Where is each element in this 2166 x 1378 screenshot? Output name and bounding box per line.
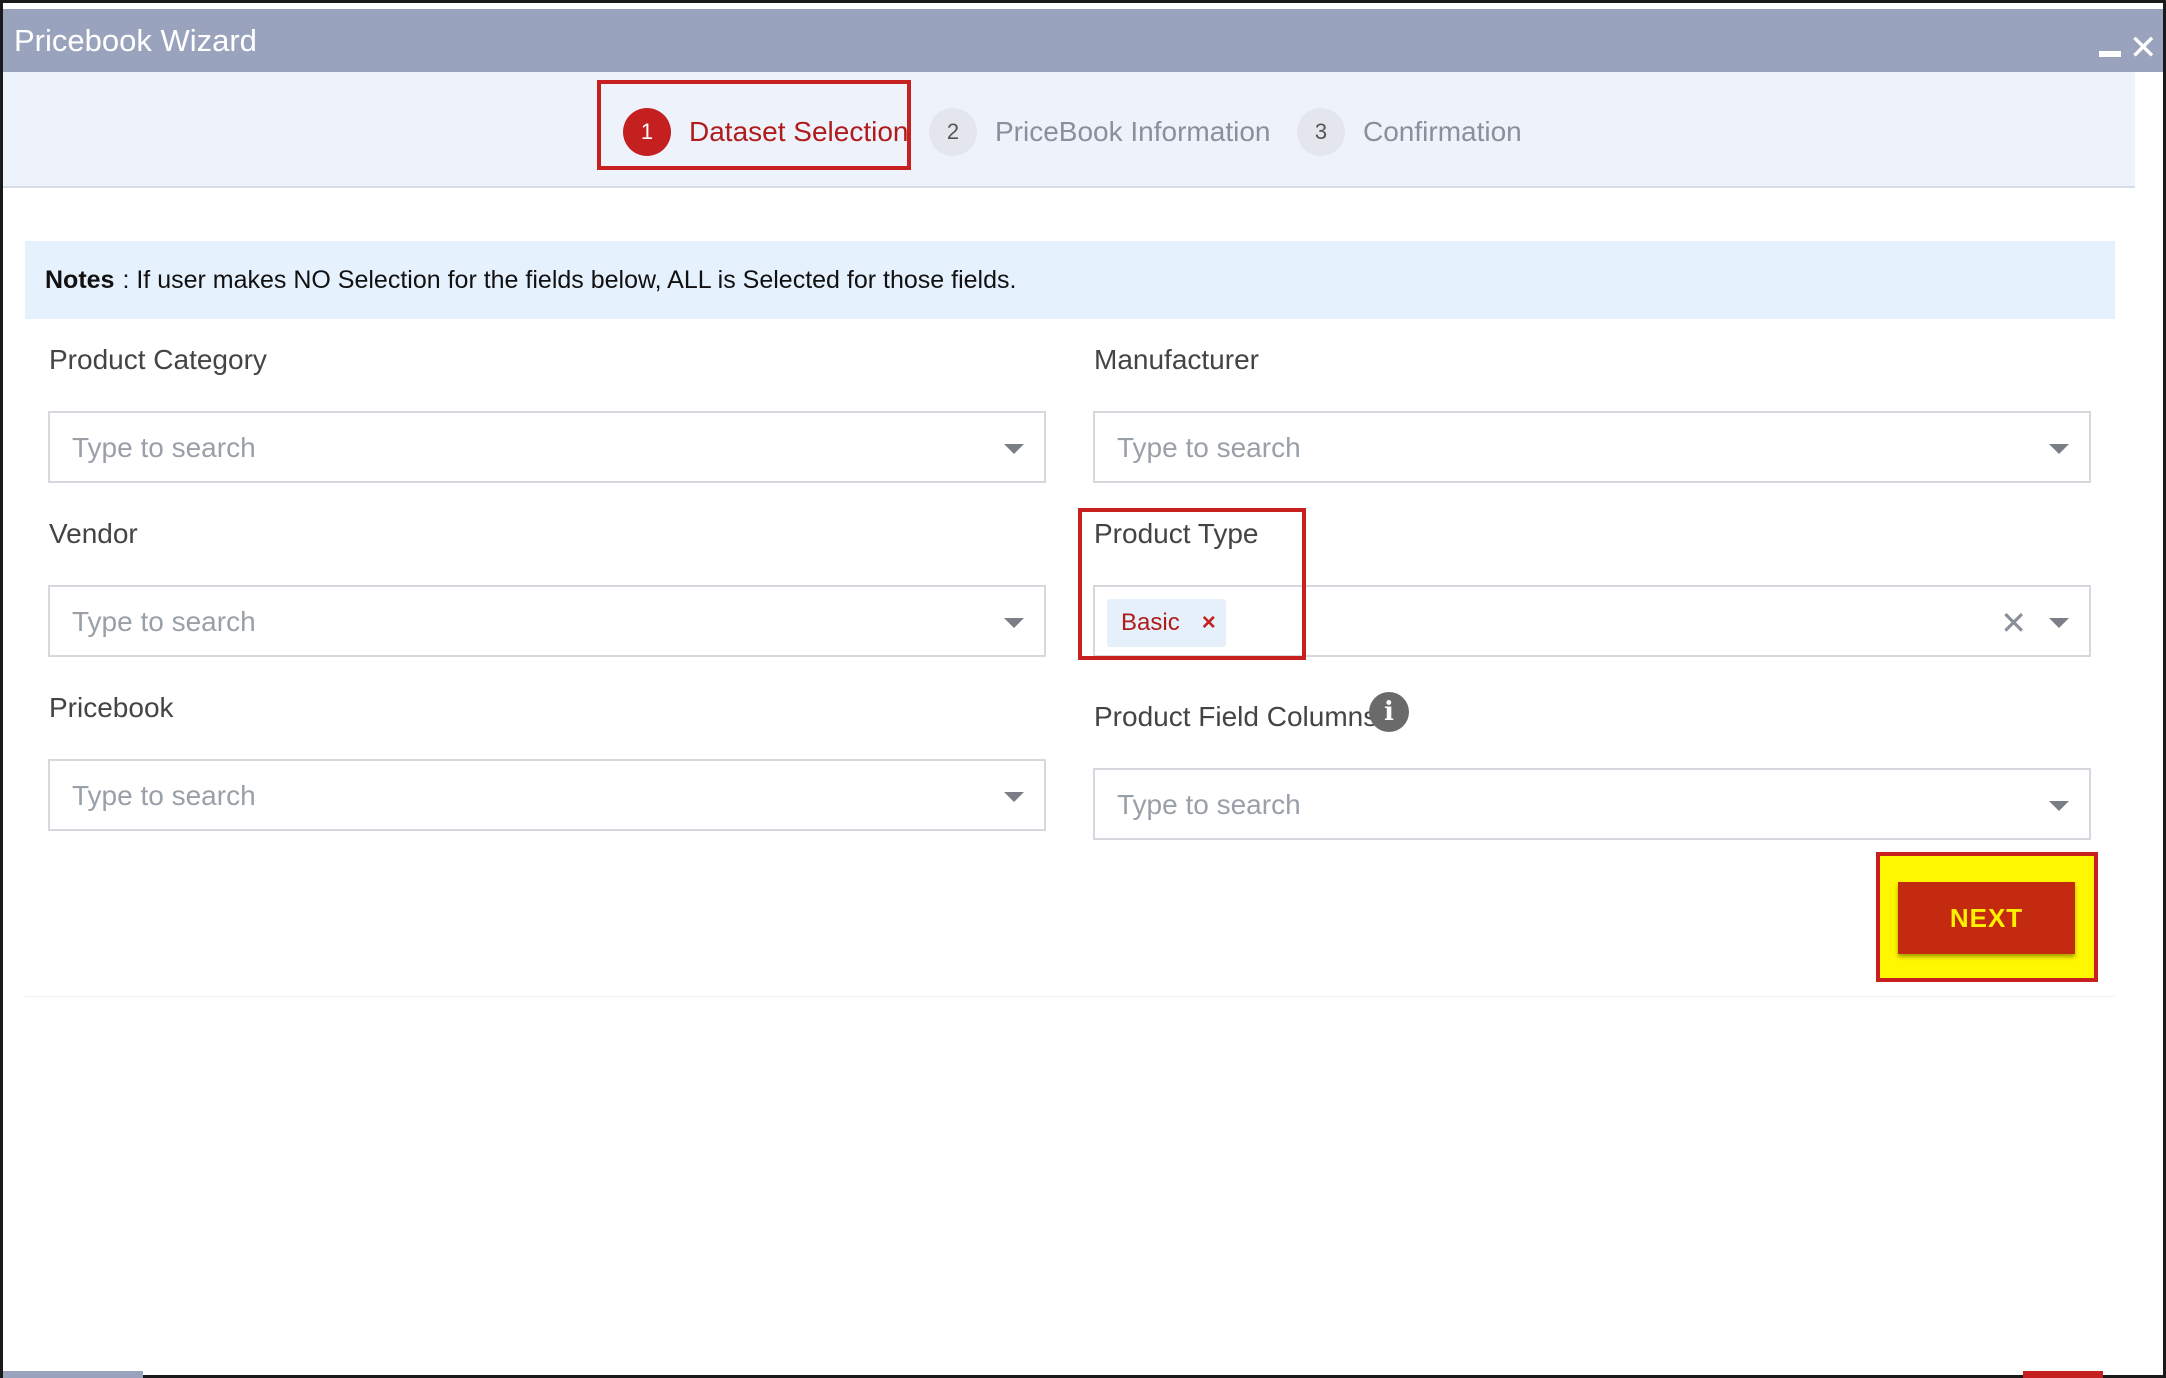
step-pricebook-information[interactable]: 2 PriceBook Information xyxy=(929,107,1270,157)
highlight-dataset-selection xyxy=(597,80,911,170)
step-number: 2 xyxy=(929,108,977,156)
product-field-columns-label: Product Field Columns xyxy=(1094,701,1378,732)
search-placeholder: Type to search xyxy=(72,780,256,811)
taskbar-strip xyxy=(2023,1371,2103,1378)
pricebook-select[interactable]: Type to search xyxy=(48,759,1046,831)
clear-selection-icon[interactable]: ✕ xyxy=(2000,604,2027,642)
manufacturer-label: Manufacturer xyxy=(1094,344,1259,375)
highlight-product-type xyxy=(1078,508,1306,660)
taskbar-strip xyxy=(3,1371,143,1378)
chevron-down-icon[interactable] xyxy=(2049,801,2069,811)
notes-banner: Notes : If user makes NO Selection for t… xyxy=(25,241,2115,319)
notes-text: : If user makes NO Selection for the fie… xyxy=(122,265,1017,294)
next-button[interactable]: NEXT xyxy=(1898,882,2075,954)
search-placeholder: Type to search xyxy=(72,432,256,463)
manufacturer-select[interactable]: Type to search xyxy=(1093,411,2091,483)
search-placeholder: Type to search xyxy=(72,606,256,637)
notes-label: Notes xyxy=(45,265,115,294)
product-category-label: Product Category xyxy=(49,344,267,375)
close-icon[interactable]: ✕ xyxy=(2129,31,2158,65)
product-field-columns-select[interactable]: Type to search xyxy=(1093,768,2091,840)
wizard-stepper: 1 Dataset Selection 2 PriceBook Informat… xyxy=(3,72,2135,188)
step-confirmation[interactable]: 3 Confirmation xyxy=(1297,107,1522,157)
minimize-icon[interactable] xyxy=(2099,51,2121,57)
pricebook-wizard-window: Pricebook Wizard ✕ 1 Dataset Selection 2… xyxy=(0,0,2166,1378)
chevron-down-icon[interactable] xyxy=(1004,792,1024,802)
search-placeholder: Type to search xyxy=(1117,432,1301,463)
search-placeholder: Type to search xyxy=(1117,789,1301,820)
vendor-select[interactable]: Type to search xyxy=(48,585,1046,657)
vendor-label: Vendor xyxy=(49,518,138,549)
chevron-down-icon[interactable] xyxy=(1004,444,1024,454)
pricebook-label: Pricebook xyxy=(49,692,174,723)
chevron-down-icon[interactable] xyxy=(2049,444,2069,454)
info-icon[interactable]: i xyxy=(1369,692,1409,732)
product-category-select[interactable]: Type to search xyxy=(48,411,1046,483)
chevron-down-icon[interactable] xyxy=(1004,618,1024,628)
chevron-down-icon[interactable] xyxy=(2049,618,2069,628)
step-label: Confirmation xyxy=(1363,116,1522,147)
step-number: 3 xyxy=(1297,108,1345,156)
step-label: PriceBook Information xyxy=(995,116,1271,147)
title-bar: Pricebook Wizard ✕ xyxy=(3,9,2163,72)
window-title: Pricebook Wizard xyxy=(14,23,257,58)
